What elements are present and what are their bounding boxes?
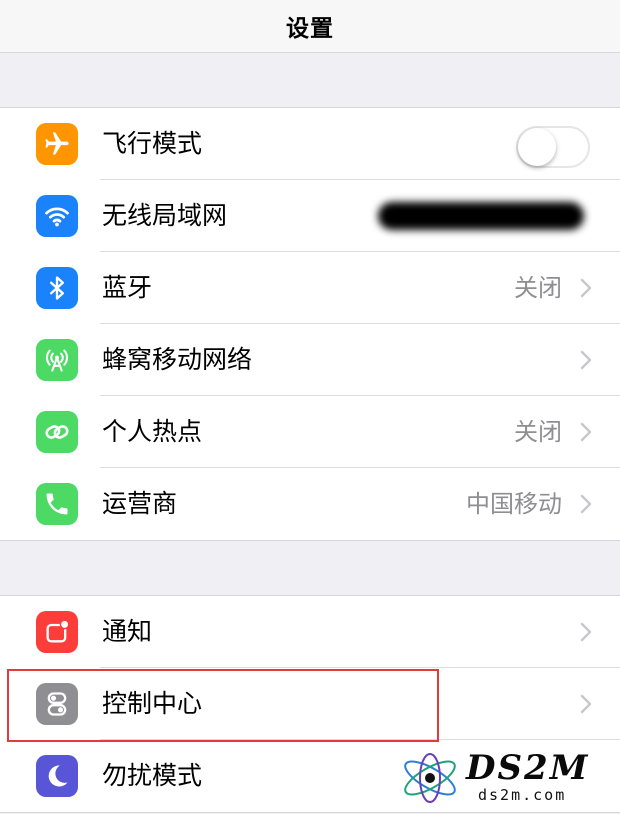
notification-icon xyxy=(36,611,78,653)
settings-row-control-center[interactable]: 控制中心 xyxy=(0,668,620,740)
toggle-knob xyxy=(518,128,556,166)
bluetooth-icon xyxy=(36,267,78,309)
moon-icon xyxy=(36,755,78,797)
redacted-network-name xyxy=(378,202,584,230)
watermark-brand: DS2M xyxy=(466,748,590,788)
settings-row-label: 蜂窝移动网络 xyxy=(102,345,253,374)
control-center-icon xyxy=(36,683,78,725)
settings-group-connectivity: 飞行模式 无线局域网 蓝牙 关闭 蜂窝移动网络 个人热点 关闭 运营商 中国移动 xyxy=(0,107,620,541)
settings-row-label: 无线局域网 xyxy=(102,201,228,230)
carrier-value: 中国移动 xyxy=(466,490,562,518)
page-title: 设置 xyxy=(286,16,334,42)
hotspot-status-value: 关闭 xyxy=(514,418,562,446)
bluetooth-status-value: 关闭 xyxy=(514,274,562,302)
cellular-antenna-icon xyxy=(36,339,78,381)
settings-row-airplane-mode[interactable]: 飞行模式 xyxy=(0,108,620,180)
settings-row-label: 运营商 xyxy=(102,489,178,518)
settings-row-label: 蓝牙 xyxy=(102,273,153,302)
settings-row-wlan[interactable]: 无线局域网 xyxy=(0,180,620,252)
watermark-domain: ds2m.com xyxy=(478,786,567,804)
chevron-right-icon xyxy=(580,350,592,370)
settings-row-label: 个人热点 xyxy=(102,417,203,446)
phone-icon xyxy=(36,483,78,525)
settings-row-personal-hotspot[interactable]: 个人热点 关闭 xyxy=(0,396,620,468)
hotspot-link-icon xyxy=(36,411,78,453)
settings-row-label: 飞行模式 xyxy=(102,129,203,158)
wifi-icon xyxy=(36,195,78,237)
settings-row-notifications[interactable]: 通知 xyxy=(0,596,620,668)
airplane-mode-toggle[interactable] xyxy=(516,126,590,168)
settings-row-label: 控制中心 xyxy=(102,689,203,718)
settings-row-label: 勿扰模式 xyxy=(102,761,203,790)
watermark-logo: DS2M ds2m.com xyxy=(396,746,616,810)
airplane-icon xyxy=(36,123,78,165)
chevron-right-icon xyxy=(580,278,592,298)
settings-row-label: 通知 xyxy=(102,617,153,646)
chevron-right-icon xyxy=(580,694,592,714)
chevron-right-icon xyxy=(580,422,592,442)
nav-bar: 设置 xyxy=(0,0,620,53)
settings-row-bluetooth[interactable]: 蓝牙 关闭 xyxy=(0,252,620,324)
atom-logo-icon xyxy=(404,753,456,803)
chevron-right-icon xyxy=(580,622,592,642)
settings-row-carrier[interactable]: 运营商 中国移动 xyxy=(0,468,620,540)
settings-row-cellular[interactable]: 蜂窝移动网络 xyxy=(0,324,620,396)
chevron-right-icon xyxy=(580,494,592,514)
